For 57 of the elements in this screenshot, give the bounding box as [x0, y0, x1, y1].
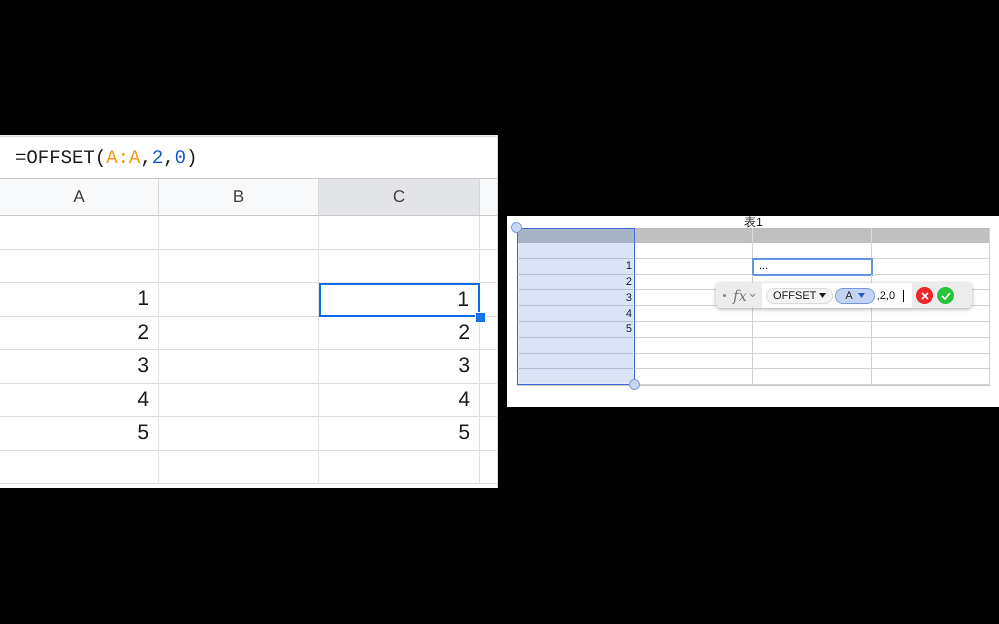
- column-header[interactable]: [480, 179, 497, 216]
- table-cell[interactable]: [517, 338, 635, 354]
- selection-handle[interactable]: [511, 222, 522, 233]
- cell-value: 5: [626, 323, 632, 336]
- table-cell[interactable]: ...: [753, 258, 872, 275]
- reference-token[interactable]: A: [835, 288, 875, 304]
- table-cell[interactable]: 3: [517, 290, 635, 306]
- text-cursor: [903, 290, 904, 302]
- close-icon: [920, 292, 929, 300]
- cell-value: 1: [137, 287, 149, 312]
- cell-value: 4: [137, 388, 149, 412]
- table-cell[interactable]: 4: [517, 306, 635, 322]
- caret-icon: [858, 293, 865, 298]
- table-cell[interactable]: 2: [0, 316, 159, 350]
- cell-value: 2: [458, 320, 470, 345]
- cell-value: 4: [458, 388, 470, 412]
- cell-value: 5: [458, 421, 470, 446]
- caret-icon: [819, 293, 826, 298]
- cancel-button[interactable]: [916, 287, 934, 304]
- formula-field[interactable]: OFFSET A ,2,0: [762, 283, 912, 308]
- column-header[interactable]: C: [319, 179, 480, 216]
- cell-value: 3: [458, 354, 470, 378]
- cell-value: 2: [626, 276, 632, 288]
- function-token[interactable]: OFFSET: [766, 288, 834, 304]
- chevron-icon: [749, 293, 756, 298]
- cell-value: 1: [457, 288, 469, 312]
- check-icon: [940, 292, 951, 300]
- cell-value: 2: [137, 320, 149, 345]
- table-cell[interactable]: 1: [0, 283, 159, 316]
- cell-value: 1: [626, 260, 632, 272]
- table-cell[interactable]: 5: [0, 417, 159, 450]
- function-menu[interactable]: fx: [716, 286, 762, 304]
- fill-handle[interactable]: [475, 312, 486, 322]
- cell-value: ...: [759, 260, 768, 272]
- table-title: 表1: [744, 216, 763, 229]
- accept-button[interactable]: [937, 287, 954, 304]
- header-cell[interactable]: [517, 228, 635, 243]
- cell-value: 4: [626, 308, 632, 320]
- table-cell[interactable]: 1: [319, 283, 480, 316]
- table-cell[interactable]: 1: [517, 258, 635, 275]
- table-cell[interactable]: [517, 369, 635, 386]
- table-cell[interactable]: 2: [517, 274, 635, 290]
- cell-value: 3: [137, 354, 149, 378]
- table-cell[interactable]: [517, 243, 635, 259]
- selection-handle[interactable]: [629, 379, 640, 390]
- table-cell[interactable]: 3: [0, 350, 159, 384]
- column-header[interactable]: B: [159, 179, 319, 216]
- table-cell[interactable]: [517, 354, 635, 370]
- table-cell[interactable]: 5: [319, 417, 480, 450]
- table-cell[interactable]: 4: [319, 384, 480, 417]
- table-cell[interactable]: 4: [0, 384, 159, 417]
- column-header[interactable]: A: [0, 179, 159, 216]
- cell-value: 3: [626, 292, 632, 304]
- table-cell[interactable]: 5: [517, 322, 635, 338]
- cell-value: 5: [137, 421, 149, 446]
- formula-text: ,2,0: [876, 290, 896, 302]
- table-cell[interactable]: 3: [319, 350, 480, 384]
